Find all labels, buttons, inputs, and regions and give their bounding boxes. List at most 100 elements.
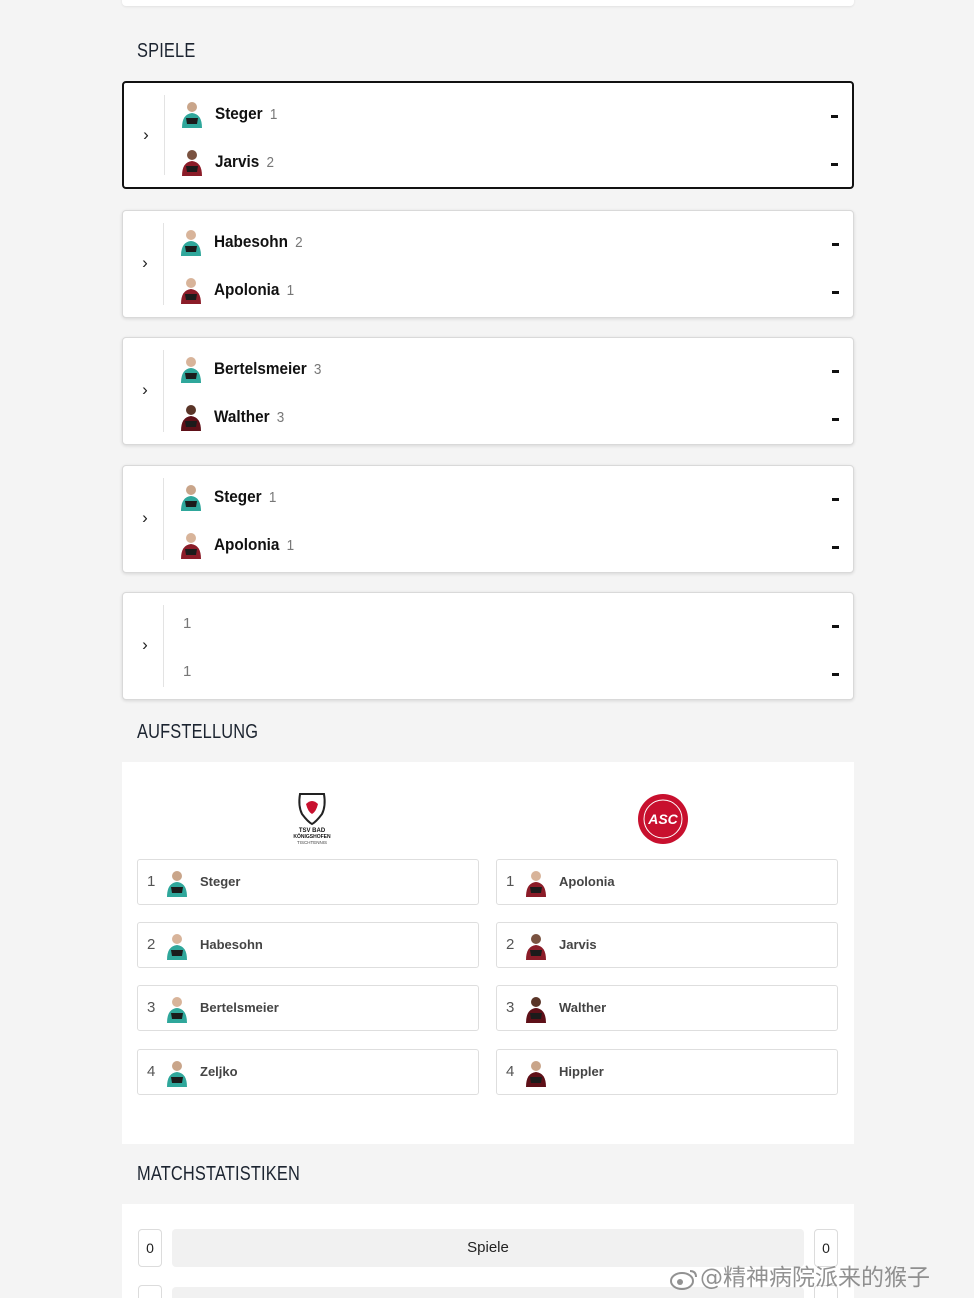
player-number: 1 — [147, 873, 156, 890]
home-team-logo: TSV BAD KÖNIGSHOFEN TISCHTENNIS — [293, 793, 331, 845]
divider — [163, 605, 164, 687]
lineup-away-player[interactable]: 4 Hippler — [496, 1049, 838, 1095]
section-title-spiele: SPIELE — [137, 40, 196, 62]
player-number: 3 — [506, 999, 515, 1016]
match-home-row: Steger 1 — [177, 482, 839, 512]
player-avatar — [182, 102, 202, 128]
divider — [163, 478, 164, 560]
player-seed: 3 — [276, 409, 285, 426]
divider — [163, 223, 164, 305]
player-name: Zeljko — [200, 1064, 238, 1079]
player-avatar — [181, 405, 201, 431]
lineup-away-player[interactable]: 2 Jarvis — [496, 922, 838, 968]
player-seed: 1 — [286, 537, 295, 554]
stat-home-value-partial — [138, 1285, 162, 1298]
player-seed: 2 — [266, 154, 274, 171]
player-seed: 1 — [269, 106, 278, 123]
match-card[interactable]: › 1 1 — [122, 592, 854, 700]
svg-text:ASC: ASC — [647, 811, 678, 827]
score-dash — [828, 99, 838, 129]
player-number: 2 — [147, 936, 156, 953]
stat-home-value: 0 — [138, 1229, 162, 1267]
player-name: Apolonia — [214, 535, 280, 554]
divider — [163, 350, 164, 432]
player-name: Jarvis — [559, 937, 597, 952]
player-avatar — [526, 997, 546, 1023]
player-name: Steger — [215, 104, 263, 123]
player-name: Hippler — [559, 1064, 604, 1079]
chevron-right-icon[interactable]: › — [138, 126, 154, 143]
player-name: Bertelsmeier — [200, 1000, 279, 1015]
match-away-row: Walther 3 — [177, 402, 839, 432]
score-dash — [829, 482, 839, 512]
player-seed: 2 — [295, 234, 303, 251]
svg-text:KÖNIGSHOFEN: KÖNIGSHOFEN — [293, 833, 331, 840]
chevron-right-icon[interactable]: › — [137, 636, 153, 653]
watermark: @精神病院派来的猴子 — [668, 1258, 930, 1292]
match-home-row: Habesohn 2 — [177, 227, 839, 257]
lineup-home-player[interactable]: 1 Steger — [137, 859, 479, 905]
player-number: 1 — [506, 873, 515, 890]
player-avatar — [181, 485, 201, 511]
match-card[interactable]: › Bertelsmeier 3 Walther 3 — [122, 337, 854, 445]
player-avatar — [526, 1061, 546, 1087]
player-avatar — [167, 1061, 187, 1087]
section-title-aufstellung: AUFSTELLUNG — [137, 721, 259, 743]
player-name: Walther — [559, 1000, 607, 1015]
player-avatar — [181, 230, 201, 256]
player-avatar — [167, 871, 187, 897]
score-dash — [829, 227, 839, 257]
score-dash — [829, 275, 839, 305]
player-name: Steger — [214, 487, 262, 506]
match-away-row: Apolonia 1 — [177, 275, 839, 305]
player-avatar — [167, 934, 187, 960]
previous-card — [122, 0, 854, 6]
match-card[interactable]: › Habesohn 2 Apolonia 1 — [122, 210, 854, 318]
player-name: Steger — [200, 874, 241, 889]
score-dash — [828, 147, 838, 177]
player-name: Apolonia — [559, 874, 615, 889]
chevron-right-icon[interactable]: › — [137, 381, 153, 398]
watermark-text: @精神病院派来的猴子 — [700, 1265, 930, 1291]
score-dash — [829, 657, 839, 687]
player-name: Walther — [214, 407, 270, 426]
player-avatar — [526, 871, 546, 897]
player-name: Jarvis — [215, 152, 260, 171]
score-dash — [829, 530, 839, 560]
match-home-row: Steger 1 — [178, 99, 838, 129]
player-name: Bertelsmeier — [214, 359, 307, 378]
score-dash — [829, 402, 839, 432]
lineup-away-player[interactable]: 1 Apolonia — [496, 859, 838, 905]
svg-text:TISCHTENNIS: TISCHTENNIS — [297, 840, 327, 845]
lineup-home-player[interactable]: 4 Zeljko — [137, 1049, 479, 1095]
away-team-logo: ASC — [638, 794, 688, 844]
player-seed: 1 — [268, 489, 277, 506]
player-number: 2 — [506, 936, 515, 953]
lineup-home-player[interactable]: 3 Bertelsmeier — [137, 985, 479, 1031]
match-home-row: 1 — [177, 609, 839, 639]
player-avatar — [182, 150, 202, 176]
player-avatar — [167, 997, 187, 1023]
player-seed: 3 — [313, 361, 322, 378]
lineup-away-player[interactable]: 3 Walther — [496, 985, 838, 1031]
match-away-row: 1 — [177, 657, 839, 687]
player-seed: 1 — [183, 615, 192, 632]
player-seed: 1 — [183, 663, 192, 680]
player-avatar — [181, 357, 201, 383]
score-dash — [829, 609, 839, 639]
player-name: Habesohn — [214, 232, 288, 251]
weibo-icon — [670, 1269, 697, 1290]
match-card[interactable]: › Steger 1 Jarvis 2 — [122, 81, 854, 189]
lineup-home-player[interactable]: 2 Habesohn — [137, 922, 479, 968]
player-seed: 1 — [286, 282, 295, 299]
player-number: 3 — [147, 999, 156, 1016]
section-title-matchstatistiken: MATCHSTATISTIKEN — [137, 1163, 300, 1185]
player-name: Apolonia — [214, 280, 280, 299]
chevron-right-icon[interactable]: › — [137, 509, 153, 526]
player-number: 4 — [506, 1063, 515, 1080]
match-card[interactable]: › Steger 1 Apolonia 1 — [122, 465, 854, 573]
player-avatar — [181, 278, 201, 304]
divider — [164, 95, 165, 175]
chevron-right-icon[interactable]: › — [137, 254, 153, 271]
player-avatar — [526, 934, 546, 960]
